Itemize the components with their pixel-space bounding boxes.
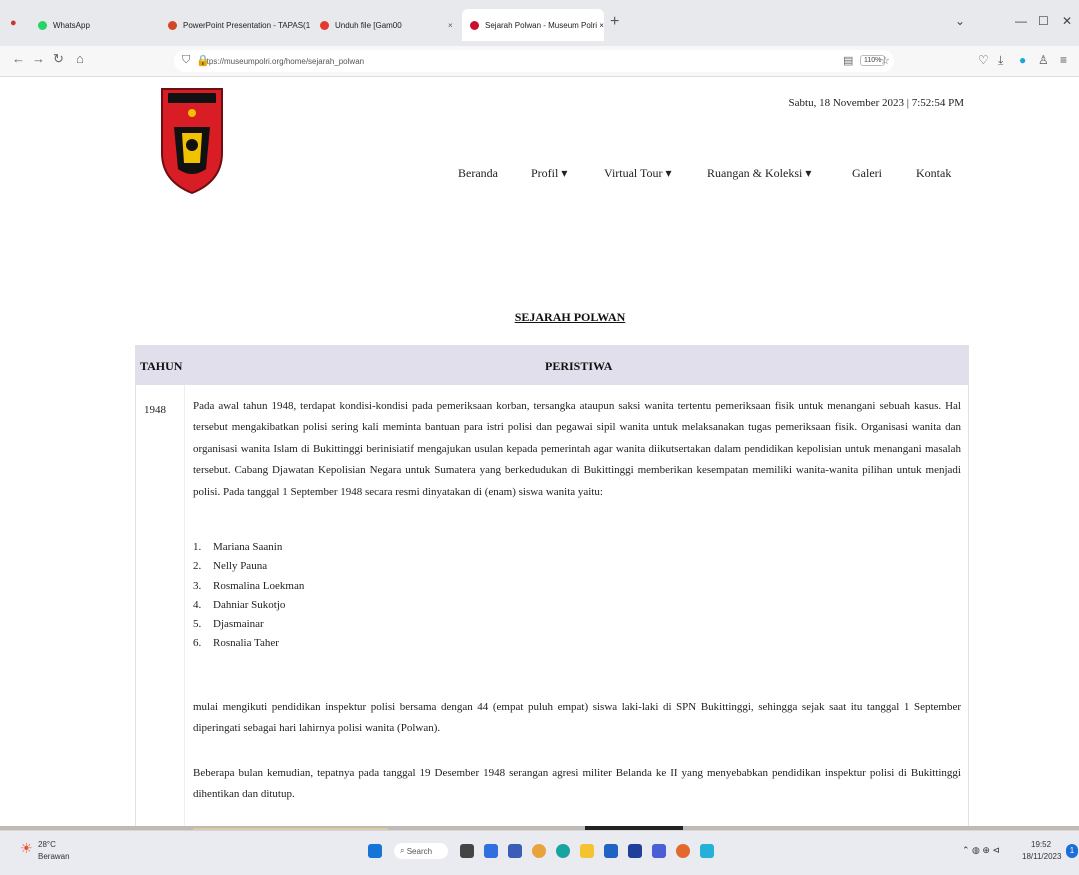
store-icon[interactable] [628,844,642,858]
police-badge-icon [470,20,479,30]
menu-profil[interactable]: Profil ▾ [531,166,567,181]
table-border-right [968,385,969,826]
event-paragraph-2: mulai mengikuti pendidikan inspektur pol… [193,701,961,735]
firefox-icon[interactable] [676,844,690,858]
tab-label: WhatsApp [53,20,90,30]
list-item: 4. Dahniar Sukotjo [193,598,286,611]
list-item: 3. Rosmalina Loekman [193,579,305,592]
weather-description[interactable]: Berawan [38,852,70,861]
close-button[interactable]: ✕ [1062,14,1072,28]
weather-temp[interactable]: 28°C [38,840,56,849]
column-header-event: PERISTIWA [545,359,613,373]
menu-kontak[interactable]: Kontak [916,166,951,181]
bookmark-star-icon[interactable]: ☆ [880,54,890,67]
tab-powerpoint[interactable]: PowerPoint Presentation - TAPAS(1) × [160,9,310,41]
event-paragraph-3: Beberapa bulan kemudian, tepatnya pada t… [193,767,961,801]
shield-icon[interactable]: ⛉ [182,54,190,67]
tab-label: PowerPoint Presentation - TAPAS(1) × [183,20,310,30]
search-icon: ⌕ [400,846,405,855]
system-tray-icons[interactable]: ⌃ ◍ ⊕ ⊲ [962,845,1000,856]
forward-button[interactable]: → [32,51,45,66]
lock-icon[interactable]: 🔒 [196,54,210,67]
weather-icon[interactable]: ☀ [20,840,33,857]
powerpoint-icon [168,20,177,30]
menu-galeri[interactable]: Galeri [852,166,882,181]
download-icon [320,20,329,30]
edge-icon[interactable] [556,844,570,858]
list-item: 2. Nelly Pauna [193,560,268,573]
police-logo [161,88,223,195]
back-button[interactable]: ← [12,51,25,66]
whatsapp-icon [38,20,47,30]
chrome-icon[interactable] [532,844,546,858]
reader-view-icon[interactable]: ▤ [843,54,853,67]
home-button[interactable]: ⌂ [76,51,84,66]
file-explorer-icon[interactable] [580,844,594,858]
minimize-button[interactable]: — [1015,14,1027,28]
trainee-list: 1. Mariana Saanin 2. Nelly Pauna 3. Rosmali… [193,538,304,654]
menu-icon[interactable]: ≡ [1060,53,1067,67]
tab-whatsapp[interactable]: WhatsApp [30,9,150,41]
event-paragraph-1: Pada awal tahun 1948, terdapat kondisi-k… [193,400,961,498]
start-button[interactable] [368,844,382,858]
extension-icon[interactable]: ● [1019,53,1026,67]
task-view-icon[interactable] [460,844,474,858]
list-item: 5. Djasmainar [193,618,264,631]
column-header-year: TAHUN [140,359,183,373]
teams-icon[interactable] [508,844,522,858]
table-row-year: 1948 [144,404,166,416]
table-border-left [135,385,136,826]
word-icon[interactable] [604,844,618,858]
tab-sejarah-polwan[interactable]: Sejarah Polwan - Museum Polri × [462,9,604,41]
page-title: SEJARAH POLWAN [514,310,626,324]
maximize-button[interactable]: ☐ [1038,14,1049,28]
downloads-icon[interactable]: ⤓ [998,53,1003,68]
menu-virtual-tour[interactable]: Virtual Tour ▾ [604,166,672,181]
tab-close-icon[interactable]: × [448,9,454,41]
table-column-divider [184,385,185,826]
menu-beranda[interactable]: Beranda [458,166,498,181]
mail-icon[interactable] [652,844,666,858]
browser-menu-icon[interactable]: ● [10,17,17,29]
tab-list-icon[interactable]: ⌄ [955,14,965,28]
tab-label: Unduh file [Gam00 [335,20,402,30]
current-datetime: Sabtu, 18 November 2023 | 7:52:54 PM [788,97,964,109]
list-item: 6. Rosnalia Taher [193,637,279,650]
address-bar[interactable]: https://museumpolri.org/home/sejarah_pol… [174,50,894,72]
url-text: https://museumpolri.org/home/sejarah_pol… [200,56,365,66]
tab-unduh[interactable]: Unduh file [Gam00 [312,9,452,41]
reload-button[interactable]: ↻ [53,51,64,67]
clock-date[interactable]: 18/11/2023 [1022,852,1061,861]
taskbar-search[interactable]: ⌕ Search [394,843,448,859]
account-icon[interactable]: ♙ [1038,53,1049,67]
clock-time[interactable]: 19:52 [1031,840,1051,849]
app-icon[interactable] [700,844,714,858]
notification-badge[interactable]: 1 [1066,844,1078,858]
new-tab-button[interactable]: + [610,14,619,30]
tab-label: Sejarah Polwan - Museum Polri × [485,20,604,30]
menu-ruangan-koleksi[interactable]: Ruangan & Koleksi ▾ [707,166,811,181]
widgets-icon[interactable] [484,844,498,858]
pocket-icon[interactable]: ♡ [978,53,989,67]
list-item: 1. Mariana Saanin [193,541,283,553]
